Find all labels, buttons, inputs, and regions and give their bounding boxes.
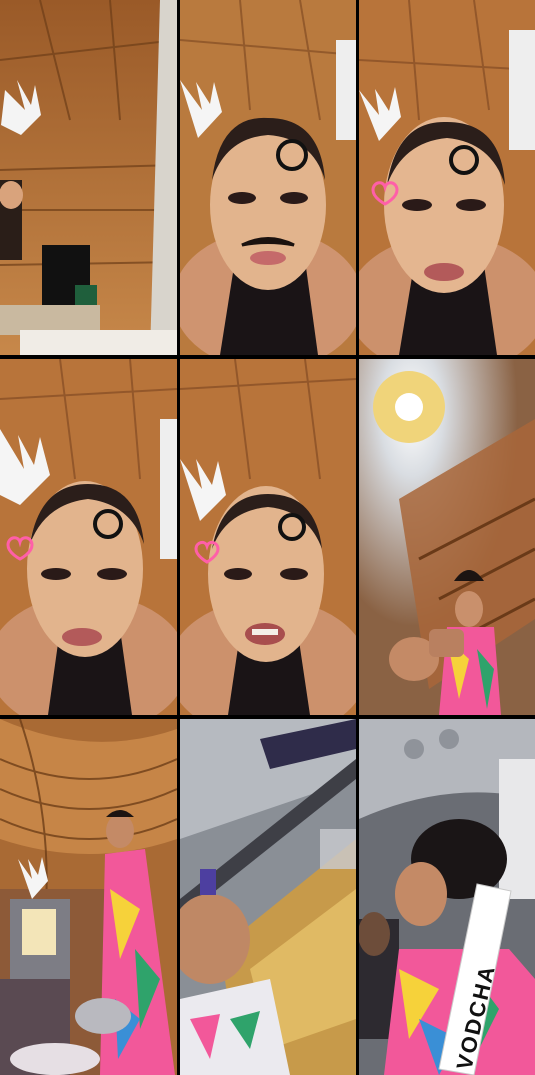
wood-room-image: [0, 0, 177, 355]
face-talking-image: [180, 359, 356, 715]
tile-ceiling-light[interactable]: [359, 359, 535, 715]
face-heart-image: [359, 0, 535, 355]
tile-fisheye-room[interactable]: [0, 719, 177, 1075]
bus-sash-image: VODCHA: [359, 719, 535, 1075]
face-heart-2-image: [0, 359, 177, 715]
tile-face-talking[interactable]: [180, 359, 356, 715]
fisheye-room-image: [0, 719, 177, 1075]
blurry-bus-image: [180, 719, 356, 1075]
tile-face-heart-2[interactable]: [0, 359, 177, 715]
ceiling-light-image: [359, 359, 535, 715]
face-mustache-image: [180, 0, 356, 355]
tile-face-mustache[interactable]: [180, 0, 356, 355]
photo-collage: VODCHA: [0, 0, 535, 1075]
tile-bus-sash[interactable]: VODCHA: [359, 719, 535, 1075]
tile-face-heart[interactable]: [359, 0, 535, 355]
tile-blurry-bus[interactable]: [180, 719, 356, 1075]
tile-wood-room[interactable]: [0, 0, 177, 355]
